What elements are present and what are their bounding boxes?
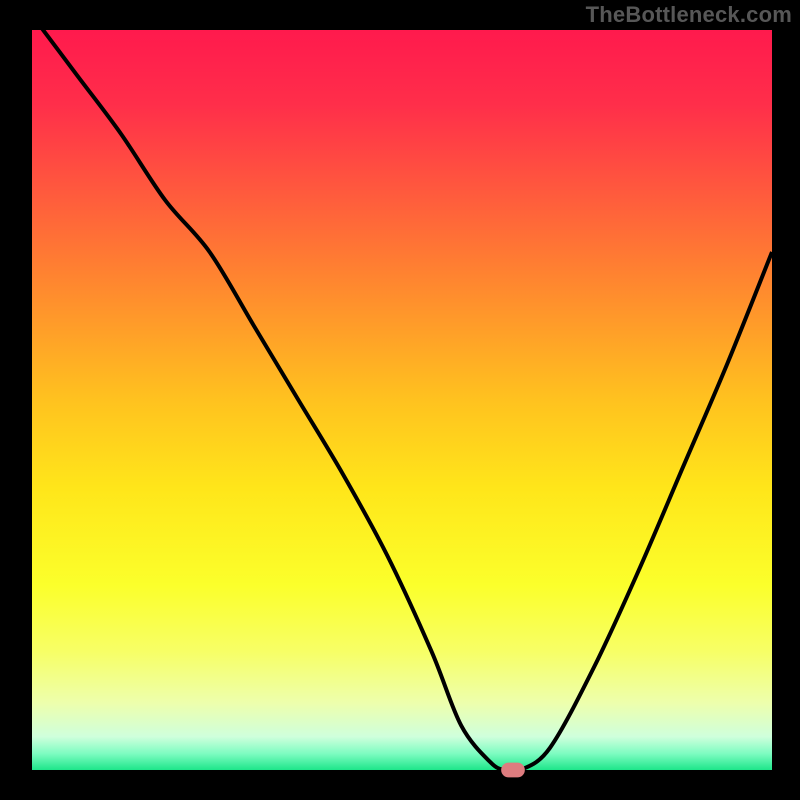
gradient-background	[32, 30, 772, 770]
watermark-text: TheBottleneck.com	[586, 2, 792, 28]
bottleneck-chart	[0, 0, 800, 800]
optimal-marker	[501, 763, 525, 778]
chart-frame: TheBottleneck.com	[0, 0, 800, 800]
